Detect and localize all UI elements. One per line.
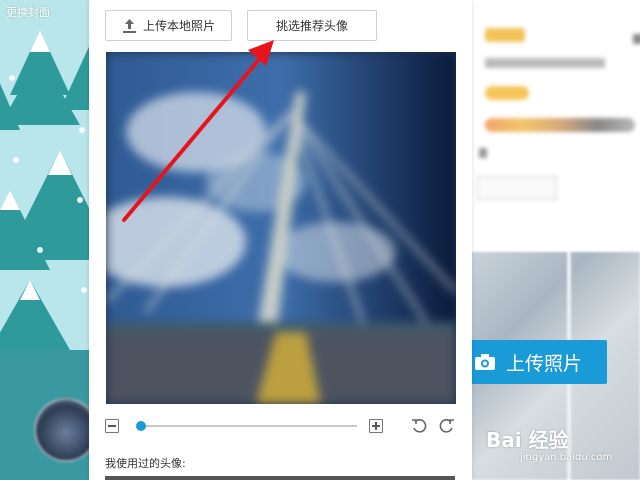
- profile-background: [471, 0, 640, 480]
- zoom-out-icon[interactable]: [105, 419, 119, 433]
- zoom-slider-handle[interactable]: [136, 421, 147, 431]
- upload-local-photo-button[interactable]: 上传本地照片: [105, 10, 232, 41]
- camera-icon: [475, 354, 495, 370]
- avatar: [34, 398, 92, 462]
- upload-photo-button[interactable]: 上传照片: [466, 340, 607, 384]
- avatar-preview-image[interactable]: [106, 52, 456, 404]
- blurred-badge: [485, 28, 525, 42]
- pick-recommended-avatar-button[interactable]: 挑选推荐头像: [247, 10, 377, 41]
- upload-photo-label: 上传照片: [506, 352, 583, 375]
- change-cover-label[interactable]: 更换封面: [6, 4, 50, 20]
- blurred-badges-row: [485, 118, 635, 132]
- rotate-right-icon[interactable]: [439, 418, 455, 434]
- used-avatars-list[interactable]: [105, 476, 455, 480]
- zoom-slider[interactable]: [136, 421, 357, 431]
- watermark-logo: Bai 经验: [486, 428, 569, 452]
- pick-recommended-avatar-label: 挑选推荐头像: [275, 19, 348, 33]
- blurred-text: [485, 58, 605, 68]
- zoom-in-icon[interactable]: [369, 419, 383, 433]
- used-avatars-label: 我使用过的头像:: [105, 457, 186, 470]
- zoom-controls: [105, 418, 457, 438]
- blurred-badge: [485, 86, 529, 100]
- avatar-dialog: 上传本地照片 挑选推荐头像 我使用过的头像:: [89, 0, 472, 480]
- bridge-photo: [106, 52, 456, 404]
- blurred-button: [477, 176, 557, 200]
- blurred-text: [479, 148, 487, 158]
- cover-background: 更换封面: [0, 0, 92, 480]
- upload-local-photo-label: 上传本地照片: [142, 19, 215, 33]
- upload-icon: [122, 18, 136, 33]
- blurred-text: [633, 34, 640, 44]
- watermark-url: jingyan.baidu.com: [520, 452, 613, 463]
- rotate-left-icon[interactable]: [411, 418, 427, 434]
